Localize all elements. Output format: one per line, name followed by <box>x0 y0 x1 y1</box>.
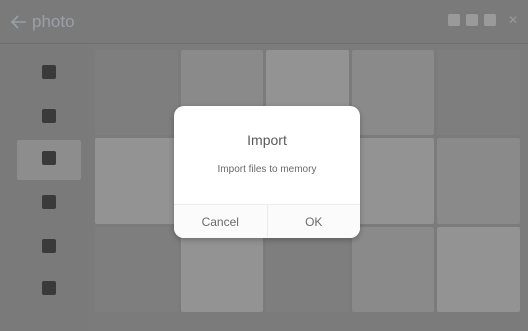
sidebar-item-favorites[interactable] <box>17 228 81 268</box>
photo-tile[interactable] <box>437 226 520 312</box>
heart-icon <box>42 239 56 253</box>
dialog-actions: Cancel OK <box>174 204 360 238</box>
person-icon <box>42 281 56 295</box>
close-icon[interactable]: ✕ <box>508 14 518 26</box>
photo-tile[interactable] <box>351 226 435 312</box>
photo-tile[interactable] <box>95 50 178 136</box>
monitor-icon[interactable] <box>447 14 460 26</box>
sd-card-icon <box>42 151 56 165</box>
photo-tile[interactable] <box>95 226 178 312</box>
back-arrow-icon[interactable] <box>8 12 30 32</box>
info-icon[interactable] <box>483 14 496 26</box>
photo-tile[interactable] <box>266 226 349 312</box>
folder-icon <box>42 195 56 209</box>
photo-tile[interactable] <box>351 138 435 224</box>
photo-tile[interactable] <box>180 226 264 312</box>
photo-tile[interactable] <box>437 50 520 136</box>
ok-button[interactable]: OK <box>266 205 360 238</box>
photo-tile[interactable] <box>351 50 435 136</box>
dialog-title: Import <box>247 132 287 148</box>
sidebar-item-people[interactable] <box>17 270 81 310</box>
device-icon <box>42 109 56 123</box>
app-window: photo ✕ Import Import files to memory Ca… <box>0 0 528 331</box>
import-dialog: Import Import files to memory Cancel OK <box>174 106 360 238</box>
settings-icon[interactable] <box>465 14 478 26</box>
header-actions: ✕ <box>447 14 518 26</box>
back-arrow-svg <box>10 15 26 29</box>
sidebar-item-device[interactable] <box>17 98 81 138</box>
cancel-button[interactable]: Cancel <box>174 205 267 238</box>
sidebar-item-all[interactable] <box>17 54 81 94</box>
photo-tile[interactable] <box>437 138 520 224</box>
dialog-message: Import files to memory <box>217 164 317 175</box>
sidebar-item-sd-card[interactable] <box>17 140 81 180</box>
page-title: photo <box>32 12 75 31</box>
sidebar-item-folder[interactable] <box>17 184 81 224</box>
header-bar: photo ✕ <box>0 0 528 44</box>
photo-tile[interactable] <box>95 138 178 224</box>
sidebar <box>0 44 88 331</box>
grid-icon <box>42 65 56 79</box>
